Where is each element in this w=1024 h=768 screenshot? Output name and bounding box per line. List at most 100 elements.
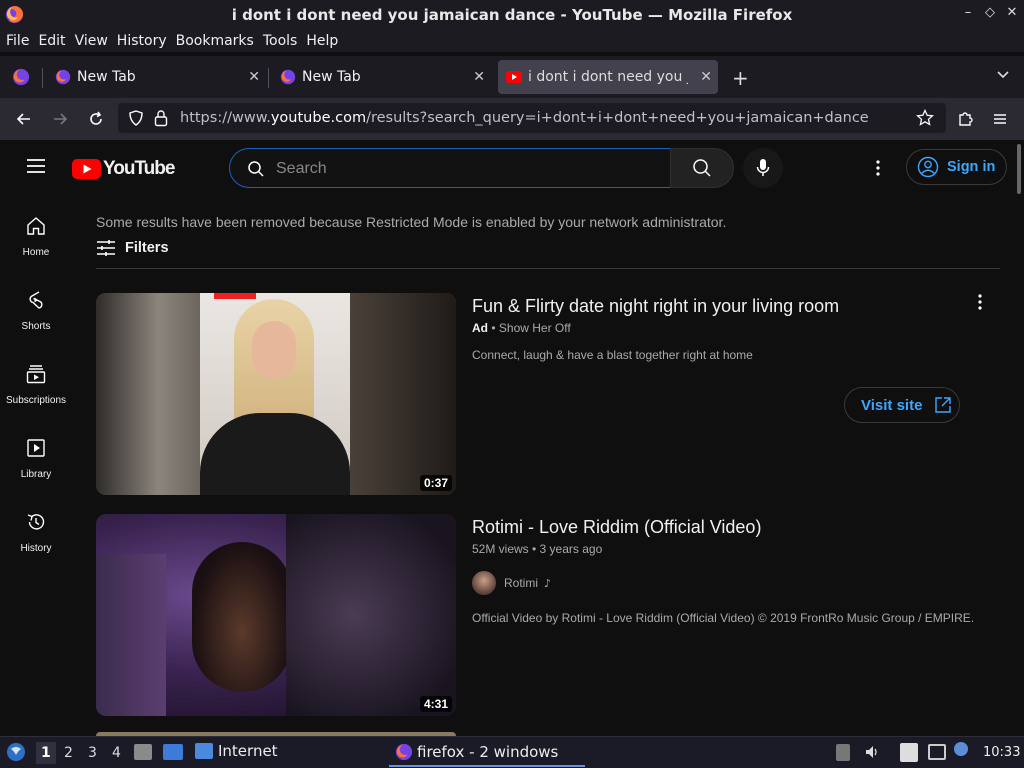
search-input[interactable] xyxy=(276,158,656,180)
workspace-1[interactable]: 1 xyxy=(36,742,56,764)
ad-advertiser[interactable]: Show Her Off xyxy=(499,321,571,335)
history-icon xyxy=(27,514,45,530)
guide-menu-button[interactable] xyxy=(26,158,46,178)
menu-file[interactable]: File xyxy=(6,33,29,49)
hamburger-menu-icon xyxy=(994,114,1006,124)
sidebar-item-label: Shorts xyxy=(21,321,51,332)
voice-search-button[interactable] xyxy=(743,148,783,188)
bookmark-star-icon[interactable] xyxy=(916,109,934,127)
video-title[interactable]: Rotimi - Love Riddim (Official Video) xyxy=(472,517,761,538)
music-note-icon: ♪ xyxy=(544,576,552,590)
library-icon xyxy=(27,439,45,457)
menu-history[interactable]: History xyxy=(117,33,167,49)
workspace-4[interactable]: 4 xyxy=(112,745,121,761)
volume-icon[interactable] xyxy=(864,744,880,764)
clock[interactable]: 10:33 xyxy=(983,745,1020,760)
menu-bookmarks[interactable]: Bookmarks xyxy=(176,33,254,49)
search-button[interactable] xyxy=(670,148,734,188)
menu-tools[interactable]: Tools xyxy=(263,33,298,49)
hamburger-menu-icon xyxy=(27,159,45,173)
notification-icon[interactable] xyxy=(954,742,968,756)
puzzle-piece-icon xyxy=(959,112,973,126)
settings-more-button[interactable] xyxy=(868,158,888,182)
taskbar-firefox-button[interactable]: firefox - 2 windows xyxy=(389,739,585,767)
sidebar-item-library[interactable]: Library xyxy=(0,418,72,492)
firefox-view-icon xyxy=(12,68,30,86)
page-scrollbar[interactable] xyxy=(1017,144,1021,194)
account-icon xyxy=(917,156,939,178)
menu-view[interactable]: View xyxy=(75,33,108,49)
back-button[interactable] xyxy=(11,106,37,132)
workspace-3[interactable]: 3 xyxy=(88,745,97,761)
ad-more-actions-button[interactable] xyxy=(970,292,990,316)
youtube-logo[interactable]: YouTube xyxy=(72,158,175,180)
video-duration: 0:37 xyxy=(419,475,452,491)
firefox-icon xyxy=(280,69,296,85)
network-icon[interactable] xyxy=(928,744,946,760)
minimize-button[interactable]: – xyxy=(958,5,978,20)
sidebar-item-home[interactable]: Home xyxy=(0,196,72,270)
start-menu-button[interactable] xyxy=(6,742,26,766)
firefox-view-button[interactable] xyxy=(4,60,38,94)
ad-meta: Ad • Show Her Off xyxy=(472,321,571,335)
close-tab-icon[interactable]: ✕ xyxy=(248,69,260,85)
show-desktop-icon[interactable] xyxy=(163,744,183,760)
video-duration: 4:31 xyxy=(419,696,452,712)
video-description: Official Video by Rotimi - Love Riddim (… xyxy=(472,611,975,625)
list-all-tabs-button[interactable] xyxy=(996,66,1010,85)
menu-edit[interactable]: Edit xyxy=(38,33,65,49)
lock-icon[interactable] xyxy=(154,109,168,127)
close-tab-icon[interactable]: ✕ xyxy=(700,69,712,85)
youtube-logo-icon xyxy=(72,159,101,179)
sidebar-item-label: Subscriptions xyxy=(5,395,67,406)
address-bar[interactable]: https://www.youtube.com/results?search_q… xyxy=(118,103,946,133)
notes-icon[interactable] xyxy=(900,743,918,762)
clipboard-icon[interactable] xyxy=(836,744,850,761)
url-text: https://www.youtube.com/results?search_q… xyxy=(180,110,869,126)
new-tab-button[interactable]: + xyxy=(732,66,749,90)
shorts-icon xyxy=(29,291,43,309)
workspace-2[interactable]: 2 xyxy=(64,745,73,761)
youtube-header: YouTube Sign in xyxy=(0,140,1024,196)
app-menu-button[interactable] xyxy=(987,106,1013,132)
file-manager-icon[interactable] xyxy=(134,744,152,760)
search-icon xyxy=(693,159,711,177)
menu-help[interactable]: Help xyxy=(306,33,338,49)
ad-thumbnail[interactable]: 0:37 xyxy=(96,293,456,495)
sidebar-item-label: Library xyxy=(20,469,52,480)
filters-label: Filters xyxy=(125,240,169,256)
sidebar-item-shorts[interactable]: Shorts xyxy=(0,270,72,344)
chevron-down-icon xyxy=(997,71,1009,79)
search-icon xyxy=(248,161,264,177)
sign-in-label: Sign in xyxy=(947,159,996,175)
video-thumbnail[interactable]: 4:31 xyxy=(96,514,456,716)
extensions-button[interactable] xyxy=(952,106,978,132)
internet-launcher[interactable]: Internet xyxy=(195,742,278,760)
maximize-button[interactable]: ◇ xyxy=(980,5,1000,20)
close-window-button[interactable]: ✕ xyxy=(1002,5,1022,20)
tab-label: i dont i dont need you ja xyxy=(528,69,688,85)
sidebar-item-history[interactable]: History xyxy=(0,492,72,566)
forward-button[interactable] xyxy=(47,106,73,132)
filters-button[interactable]: Filters xyxy=(96,239,169,257)
visit-site-button[interactable]: Visit site xyxy=(844,387,960,423)
search-box[interactable] xyxy=(229,148,671,188)
navigation-bar: https://www.youtube.com/results?search_q… xyxy=(0,98,1024,140)
reload-button[interactable] xyxy=(83,106,109,132)
video-meta: 52M views • 3 years ago xyxy=(472,542,603,556)
close-tab-icon[interactable]: ✕ xyxy=(473,69,485,85)
ad-badge: Ad xyxy=(472,321,488,335)
sign-in-button[interactable]: Sign in xyxy=(906,149,1007,185)
window-titlebar: i dont i dont need you jamaican dance - … xyxy=(0,0,1024,30)
tab-youtube-active[interactable]: i dont i dont need you ja ✕ xyxy=(498,60,718,94)
firefox-icon xyxy=(55,69,71,85)
ad-title[interactable]: Fun & Flirty date night right in your li… xyxy=(472,296,839,317)
tracking-protection-shield-icon[interactable] xyxy=(128,110,144,126)
subscriptions-icon xyxy=(26,365,46,384)
restricted-mode-notice: Some results have been removed because R… xyxy=(96,214,727,230)
microphone-icon xyxy=(756,159,770,176)
tab-new-tab-1[interactable]: New Tab ✕ xyxy=(48,60,266,94)
sidebar-item-subscriptions[interactable]: Subscriptions xyxy=(0,344,72,418)
channel-link[interactable]: Rotimi ♪ xyxy=(472,571,551,595)
tab-new-tab-2[interactable]: New Tab ✕ xyxy=(273,60,491,94)
